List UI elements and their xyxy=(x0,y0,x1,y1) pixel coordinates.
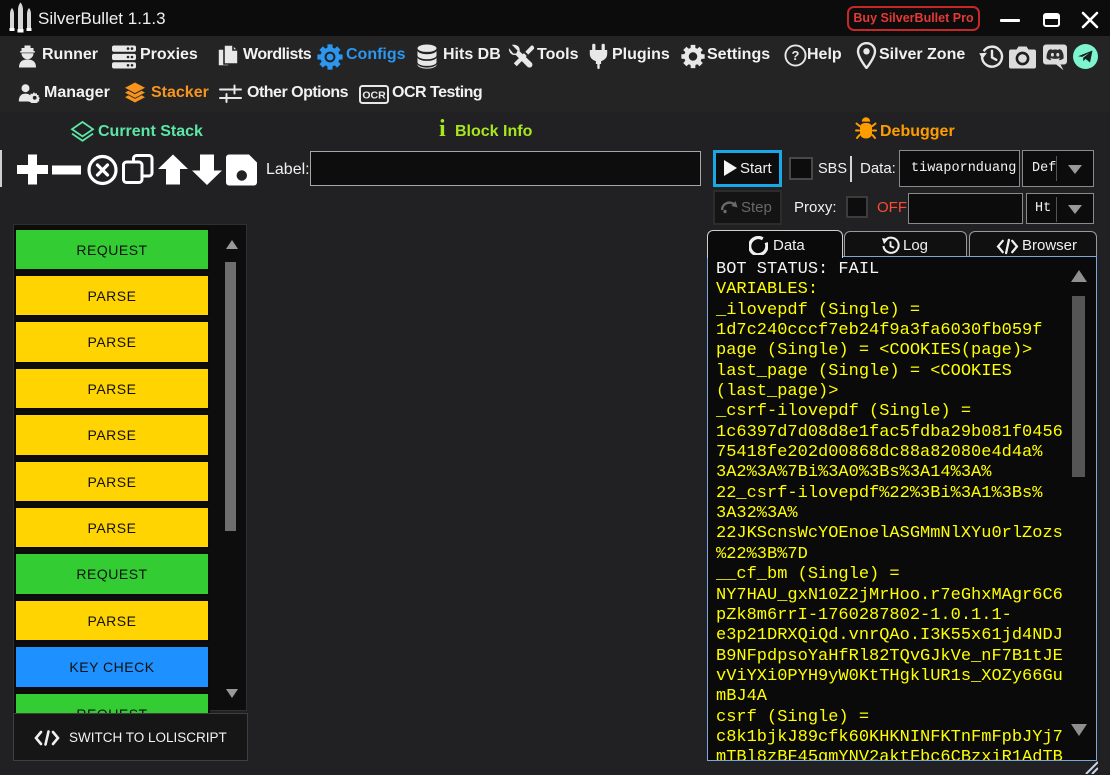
svg-text:OCR: OCR xyxy=(362,90,386,102)
svg-text:?: ? xyxy=(792,48,800,63)
